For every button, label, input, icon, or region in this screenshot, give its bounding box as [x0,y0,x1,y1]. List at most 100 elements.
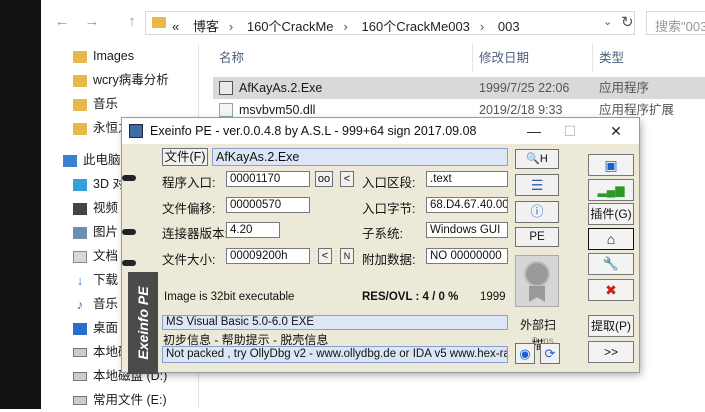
signal-button[interactable]: ▂▄▆ [588,179,634,201]
breadcrumb-overflow[interactable]: « [172,19,179,34]
file-type: 应用程序 [599,81,650,95]
file-name: AfKayAs.2.Exe [239,81,323,95]
sidebar-item-videos[interactable]: 视频 [73,196,118,220]
info-tool-button[interactable]: ⓘ [515,201,559,223]
search-input[interactable]: 搜索"003 [646,11,705,35]
file-open-button[interactable]: 文件(F) [162,148,208,166]
column-header-type[interactable]: 类型 [599,44,624,72]
entry-prev-button[interactable]: < [340,171,354,187]
sidebar-item-wcry[interactable]: wcry病毒分析 [73,68,169,92]
app-icon [129,124,143,138]
tools-button[interactable]: 🔧 [588,253,634,275]
sidebar-item-this-pc[interactable]: 此电脑 [63,148,121,172]
sidebar-item-music-folder[interactable]: 音乐 [73,92,118,116]
breadcrumb-item[interactable]: 博客 [193,19,219,34]
sidebar-item-desktop[interactable]: 桌面 [73,316,118,340]
hint-field[interactable]: Not packed , try OllyDbg v2 - www.ollydb… [162,346,508,363]
sidebar-item-documents[interactable]: 文档 [73,244,118,268]
external-scan-button[interactable]: 外部扫描 [515,315,561,352]
sidebar-item-label: 音乐 [93,297,119,311]
breadcrumb-item[interactable]: 160个CrackMe003 [362,19,470,34]
magnifier-icon: 🔍 [526,153,540,165]
drive-icon [73,348,87,358]
sidebar-item-images[interactable]: Images [73,44,134,68]
column-header-name[interactable]: 名称 [219,44,244,72]
plugins-button[interactable]: 插件(G) [588,203,634,225]
title-bar[interactable]: Exeinfo PE - ver.0.0.4.8 by A.S.L - 999+… [122,118,639,144]
file-offset-label: 文件偏移: [162,202,216,216]
open-window-button[interactable]: ▣ [588,154,634,176]
year-text: 1999 [480,291,506,303]
sidebar-item-label: 音乐 [93,97,119,111]
subsystem-field[interactable]: Windows GUI [426,222,508,238]
extract-button[interactable]: 提取(P) [588,315,634,337]
home-icon: ⌂ [606,231,616,247]
sidebar-item-drive-e[interactable]: 常用文件 (E:) [73,388,167,412]
refresh-button[interactable]: ⟳ [540,343,560,364]
exit-button[interactable]: ✖ [588,279,634,301]
refresh-icon: ⟳ [544,346,556,361]
back-button[interactable]: ← [53,13,71,31]
linker-label: 连接器版本: [162,227,228,241]
file-offset-field[interactable]: 00000570 [226,197,310,213]
chevron-right-icon: › [479,19,485,34]
sidebar-item-music[interactable]: ♪ 音乐 [73,292,118,316]
dll-file-icon [219,103,233,117]
size-prev-button[interactable]: < [318,248,332,264]
forward-button[interactable]: → [83,13,101,31]
exeinfo-body: Exeinfo PE 文件(F) AfKayAs.2.Exe 程序入口: 000… [122,144,639,374]
refresh-icon[interactable]: ↻ [621,13,634,31]
entry-section-field[interactable]: .text [426,171,508,187]
exeinfo-window: Exeinfo PE - ver.0.0.4.8 by A.S.L - 999+… [122,118,639,374]
breadcrumb-item[interactable]: 160个CrackMe [247,19,334,34]
info-icon: ⓘ [530,204,544,219]
pin-icon [122,260,136,266]
stack-icon: ☰ [530,177,544,193]
close-button[interactable]: ✕ [602,121,630,141]
sidebar-item-label: 此电脑 [83,153,121,167]
pe-tool-button[interactable]: PE [515,227,559,247]
window-title: Exeinfo PE - ver.0.0.4.8 by A.S.L - 999+… [150,124,477,138]
address-bar[interactable]: « 博客 › 160个CrackMe › 160个CrackMe003 › 003 [145,11,635,35]
overlay-label: 附加数据: [362,253,416,267]
minimize-button[interactable]: — [520,121,548,141]
oo-button[interactable]: oo [315,171,333,187]
file-row-afkayas[interactable]: AfKayAs.2.Exe 1999/7/25 22:06 应用程序 [213,77,705,99]
home-button[interactable]: ⌂ [588,228,634,250]
close-icon: ✖ [605,282,617,298]
detection-field[interactable]: MS Visual Basic 5.0-6.0 EXE [162,315,508,330]
maximize-button[interactable]: ☐ [556,121,584,141]
folder-icon [73,122,87,135]
column-divider[interactable] [472,44,473,72]
music-icon: ♪ [76,297,84,312]
pin-icon [122,175,136,181]
pin-icon [122,229,136,235]
sections-tool-button[interactable]: ☰ [515,174,559,196]
linker-field[interactable]: 4.20 [226,222,280,238]
column-divider[interactable] [592,44,593,72]
file-name-field[interactable]: AfKayAs.2.Exe [212,148,508,166]
image-info-text: Image is 32bit executable [164,291,295,303]
entry-point-field[interactable]: 00001170 [226,171,310,187]
sidebar-item-pictures[interactable]: 图片 [73,220,118,244]
drive-icon [73,396,87,406]
download-icon: ↓ [76,273,84,288]
sidebar-item-label: 下载 [93,273,119,287]
size-n-button[interactable]: N [340,248,354,264]
next-button[interactable]: >> [588,341,634,363]
sidebar-item-label: 常用文件 (E:) [93,393,167,407]
chevron-down-icon[interactable]: ⌄ [603,15,612,28]
breadcrumb-item[interactable]: 003 [498,19,520,34]
file-size-field[interactable]: 00009200h [226,248,310,264]
column-header-date[interactable]: 修改日期 [479,44,529,72]
sidebar-item-label: 文档 [93,249,119,263]
overlay-field[interactable]: NO 00000000 [426,248,508,264]
sidebar-item-downloads[interactable]: ↓ 下载 [73,268,118,292]
entry-bytes-field[interactable]: 68.D4.67.40.00 [426,197,508,213]
web-button[interactable]: ◉ [515,343,535,364]
search-tool-button[interactable]: 🔍H [515,149,559,169]
window-icon: ▣ [604,157,618,173]
up-button[interactable]: ↑ [123,13,141,31]
sidebar-item-3d[interactable]: 3D 对 [73,172,125,196]
globe-icon: ◉ [519,346,531,361]
